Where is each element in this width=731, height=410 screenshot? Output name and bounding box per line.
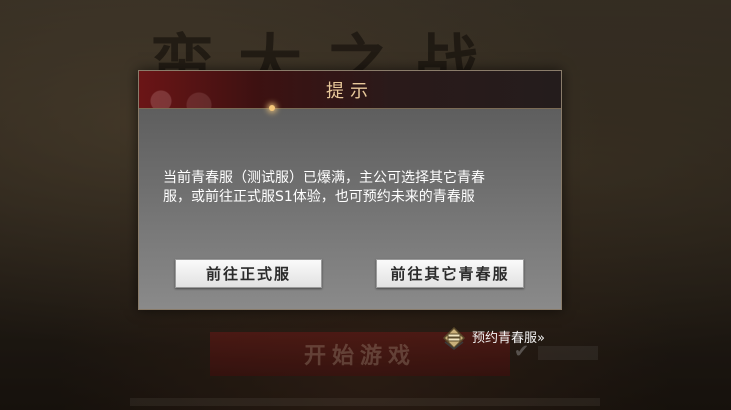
go-official-server-button[interactable]: 前往正式服 bbox=[175, 259, 322, 288]
dialog-message: 当前青春服（测试服）已爆满，主公可选择其它青春 服，或前往正式服S1体验，也可预… bbox=[163, 170, 485, 205]
go-other-youth-server-button[interactable]: 前往其它青春服 bbox=[376, 259, 524, 288]
notice-dialog: 提示 当前青春服（测试服）已爆满，主公可选择其它青春 服，或前往正式服S1体验，… bbox=[138, 70, 562, 310]
dialog-title: 提示 bbox=[326, 81, 374, 102]
reserve-scroll-icon bbox=[440, 322, 468, 350]
reserve-youth-server-link[interactable]: 预约青春服» bbox=[440, 322, 566, 350]
reserve-link-label: 预约青春服» bbox=[472, 330, 545, 346]
